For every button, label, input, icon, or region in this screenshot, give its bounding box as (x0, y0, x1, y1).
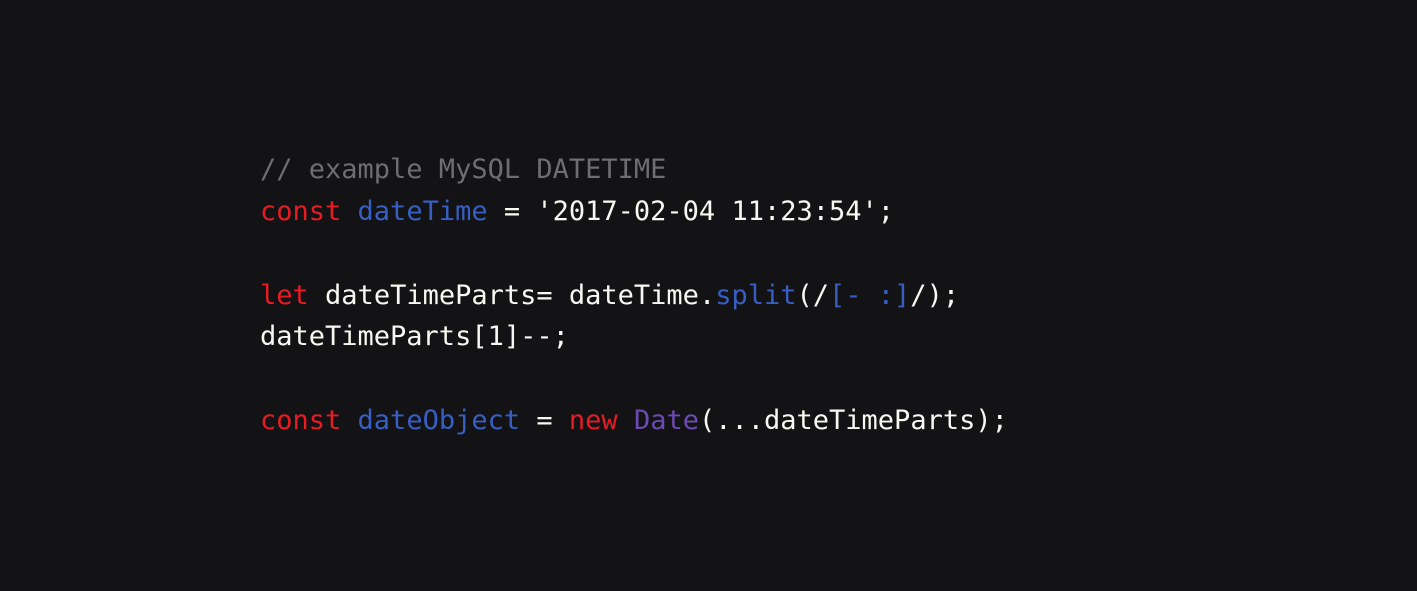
method-name: split (715, 280, 796, 311)
variable-name: dateTimeParts (260, 321, 471, 352)
regex-close: / (910, 280, 926, 311)
equals-operator: = (536, 280, 569, 311)
code-line-1: // example MySQL DATETIME (260, 154, 666, 185)
semicolon: ; (553, 321, 569, 352)
const-keyword: const (260, 196, 341, 227)
bracket-close: ] (504, 321, 520, 352)
object-ref: dateTime (569, 280, 699, 311)
semicolon: ; (992, 405, 1008, 436)
index-number: 1 (488, 321, 504, 352)
spread-operator: ... (715, 405, 764, 436)
const-keyword: const (260, 405, 341, 436)
paren-open: ( (796, 280, 812, 311)
regex-open: / (813, 280, 829, 311)
code-line-5: dateTimeParts[1]--; (260, 321, 569, 352)
semicolon: ; (878, 196, 894, 227)
variable-name: dateTimeParts (325, 280, 536, 311)
let-keyword: let (260, 280, 309, 311)
variable-name: dateObject (358, 405, 521, 436)
regex-char-class: [- :] (829, 280, 910, 311)
comment-text: // example MySQL DATETIME (260, 154, 666, 185)
equals-operator: = (488, 196, 537, 227)
class-name: Date (634, 405, 699, 436)
code-block: // example MySQL DATETIME const dateTime… (260, 149, 1008, 442)
string-literal: '2017-02-04 11:23:54' (536, 196, 877, 227)
equals-operator: = (520, 405, 569, 436)
code-line-4: let dateTimeParts= dateTime.split(/[- :]… (260, 280, 959, 311)
bracket-open: [ (471, 321, 487, 352)
decrement-operator: -- (520, 321, 553, 352)
semicolon: ; (943, 280, 959, 311)
code-line-7: const dateObject = new Date(...dateTimeP… (260, 405, 1008, 436)
variable-name: dateTime (358, 196, 488, 227)
paren-open: ( (699, 405, 715, 436)
code-line-2: const dateTime = '2017-02-04 11:23:54'; (260, 196, 894, 227)
dot-operator: . (699, 280, 715, 311)
paren-close: ) (975, 405, 991, 436)
paren-close: ) (927, 280, 943, 311)
new-keyword: new (569, 405, 618, 436)
argument-name: dateTimeParts (764, 405, 975, 436)
